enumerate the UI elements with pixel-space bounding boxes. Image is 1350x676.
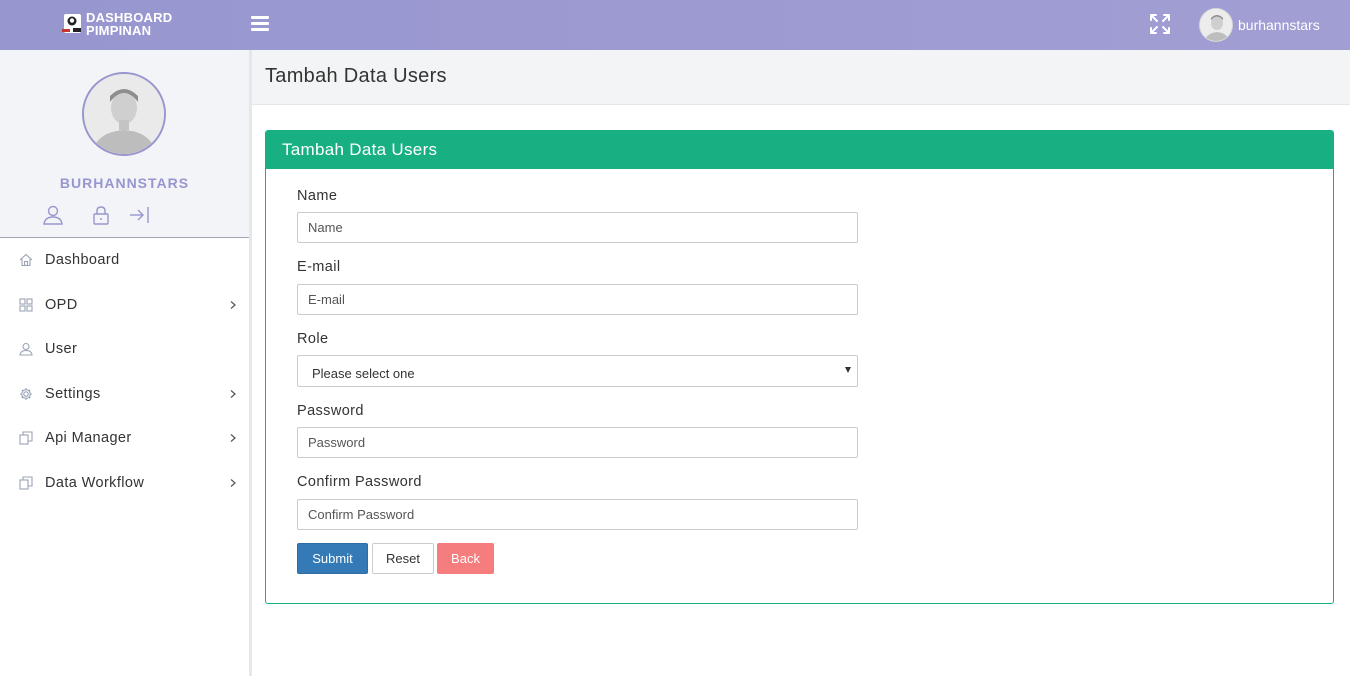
sidebar-item-label: Data Workflow xyxy=(45,474,145,491)
profile-user-icon[interactable] xyxy=(42,204,64,226)
password-label: Password xyxy=(297,403,364,419)
home-icon xyxy=(19,254,33,267)
avatar xyxy=(1199,8,1233,42)
panel-title: Tambah Data Users xyxy=(266,131,1333,169)
logo-text: DASHBOARD PIMPINAN xyxy=(86,11,172,37)
page-title: Tambah Data Users xyxy=(265,65,447,87)
confirm-password-input[interactable] xyxy=(297,499,858,530)
fullscreen-icon[interactable] xyxy=(1148,12,1172,36)
sidebar-item-user[interactable]: User xyxy=(0,327,249,372)
sidebar-item-label: OPD xyxy=(45,296,78,313)
top-navbar: DASHBOARD PIMPINAN burhannstars xyxy=(0,0,1350,50)
name-input[interactable] xyxy=(297,212,858,243)
copy-icon xyxy=(19,431,33,445)
copy-icon xyxy=(19,476,33,490)
sidebar-item-api-manager[interactable]: Api Manager xyxy=(0,416,249,461)
logout-icon[interactable] xyxy=(128,204,150,226)
hamburger-bar xyxy=(251,16,269,19)
profile-avatar xyxy=(82,72,166,156)
sidebar-menu: Dashboard OPD User Settings Api Manager … xyxy=(0,238,249,505)
profile-actions xyxy=(42,204,162,226)
role-select[interactable]: Please select one xyxy=(297,355,858,387)
grid-icon xyxy=(19,298,33,312)
sidebar-item-data-workflow[interactable]: Data Workflow xyxy=(0,461,249,506)
sidebar-item-label: Settings xyxy=(45,385,101,402)
top-username: burhannstars xyxy=(1238,17,1320,33)
submit-button[interactable]: Submit xyxy=(297,543,368,574)
caret-down-icon xyxy=(845,367,851,373)
hamburger-bar xyxy=(251,28,269,31)
sidebar-item-label: User xyxy=(45,341,78,358)
confirm-password-label: Confirm Password xyxy=(297,474,422,490)
sidebar: BURHANNSTARS Dashboard OPD User Settings… xyxy=(0,50,249,676)
sidebar-toggle-button[interactable] xyxy=(251,16,269,31)
sidebar-item-label: Dashboard xyxy=(45,252,120,269)
logo-line-2: PIMPINAN xyxy=(86,23,152,38)
gear-icon xyxy=(20,387,32,400)
email-input[interactable] xyxy=(297,284,858,315)
sidebar-item-label: Api Manager xyxy=(45,430,132,447)
page-header: Tambah Data Users xyxy=(252,50,1350,105)
email-label: E-mail xyxy=(297,259,341,275)
user-menu[interactable]: burhannstars xyxy=(1199,8,1320,42)
chevron-right-icon xyxy=(230,434,236,443)
sidebar-item-dashboard[interactable]: Dashboard xyxy=(0,238,249,283)
avatar-silhouette-icon xyxy=(84,74,164,154)
back-button[interactable]: Back xyxy=(437,543,494,574)
password-input[interactable] xyxy=(297,427,858,458)
profile-name: BURHANNSTARS xyxy=(59,175,190,191)
chevron-right-icon xyxy=(230,478,236,487)
app-logo[interactable]: DASHBOARD PIMPINAN xyxy=(62,11,192,39)
role-selected-value: Please select one xyxy=(312,366,415,381)
chevron-right-icon xyxy=(230,389,236,398)
chevron-right-icon xyxy=(230,300,236,309)
name-label: Name xyxy=(297,188,338,204)
logo-mark-icon xyxy=(62,14,81,33)
user-icon xyxy=(19,343,33,356)
form-panel: Tambah Data Users Name E-mail Role Pleas… xyxy=(265,130,1334,604)
avatar-silhouette-icon xyxy=(1200,9,1232,41)
sidebar-profile: BURHANNSTARS xyxy=(0,50,249,238)
reset-button[interactable]: Reset xyxy=(372,543,434,574)
sidebar-item-opd[interactable]: OPD xyxy=(0,283,249,328)
lock-icon[interactable] xyxy=(90,204,112,226)
hamburger-bar xyxy=(251,22,269,25)
sidebar-item-settings[interactable]: Settings xyxy=(0,372,249,417)
role-label: Role xyxy=(297,331,329,347)
sidebar-divider xyxy=(249,50,252,676)
